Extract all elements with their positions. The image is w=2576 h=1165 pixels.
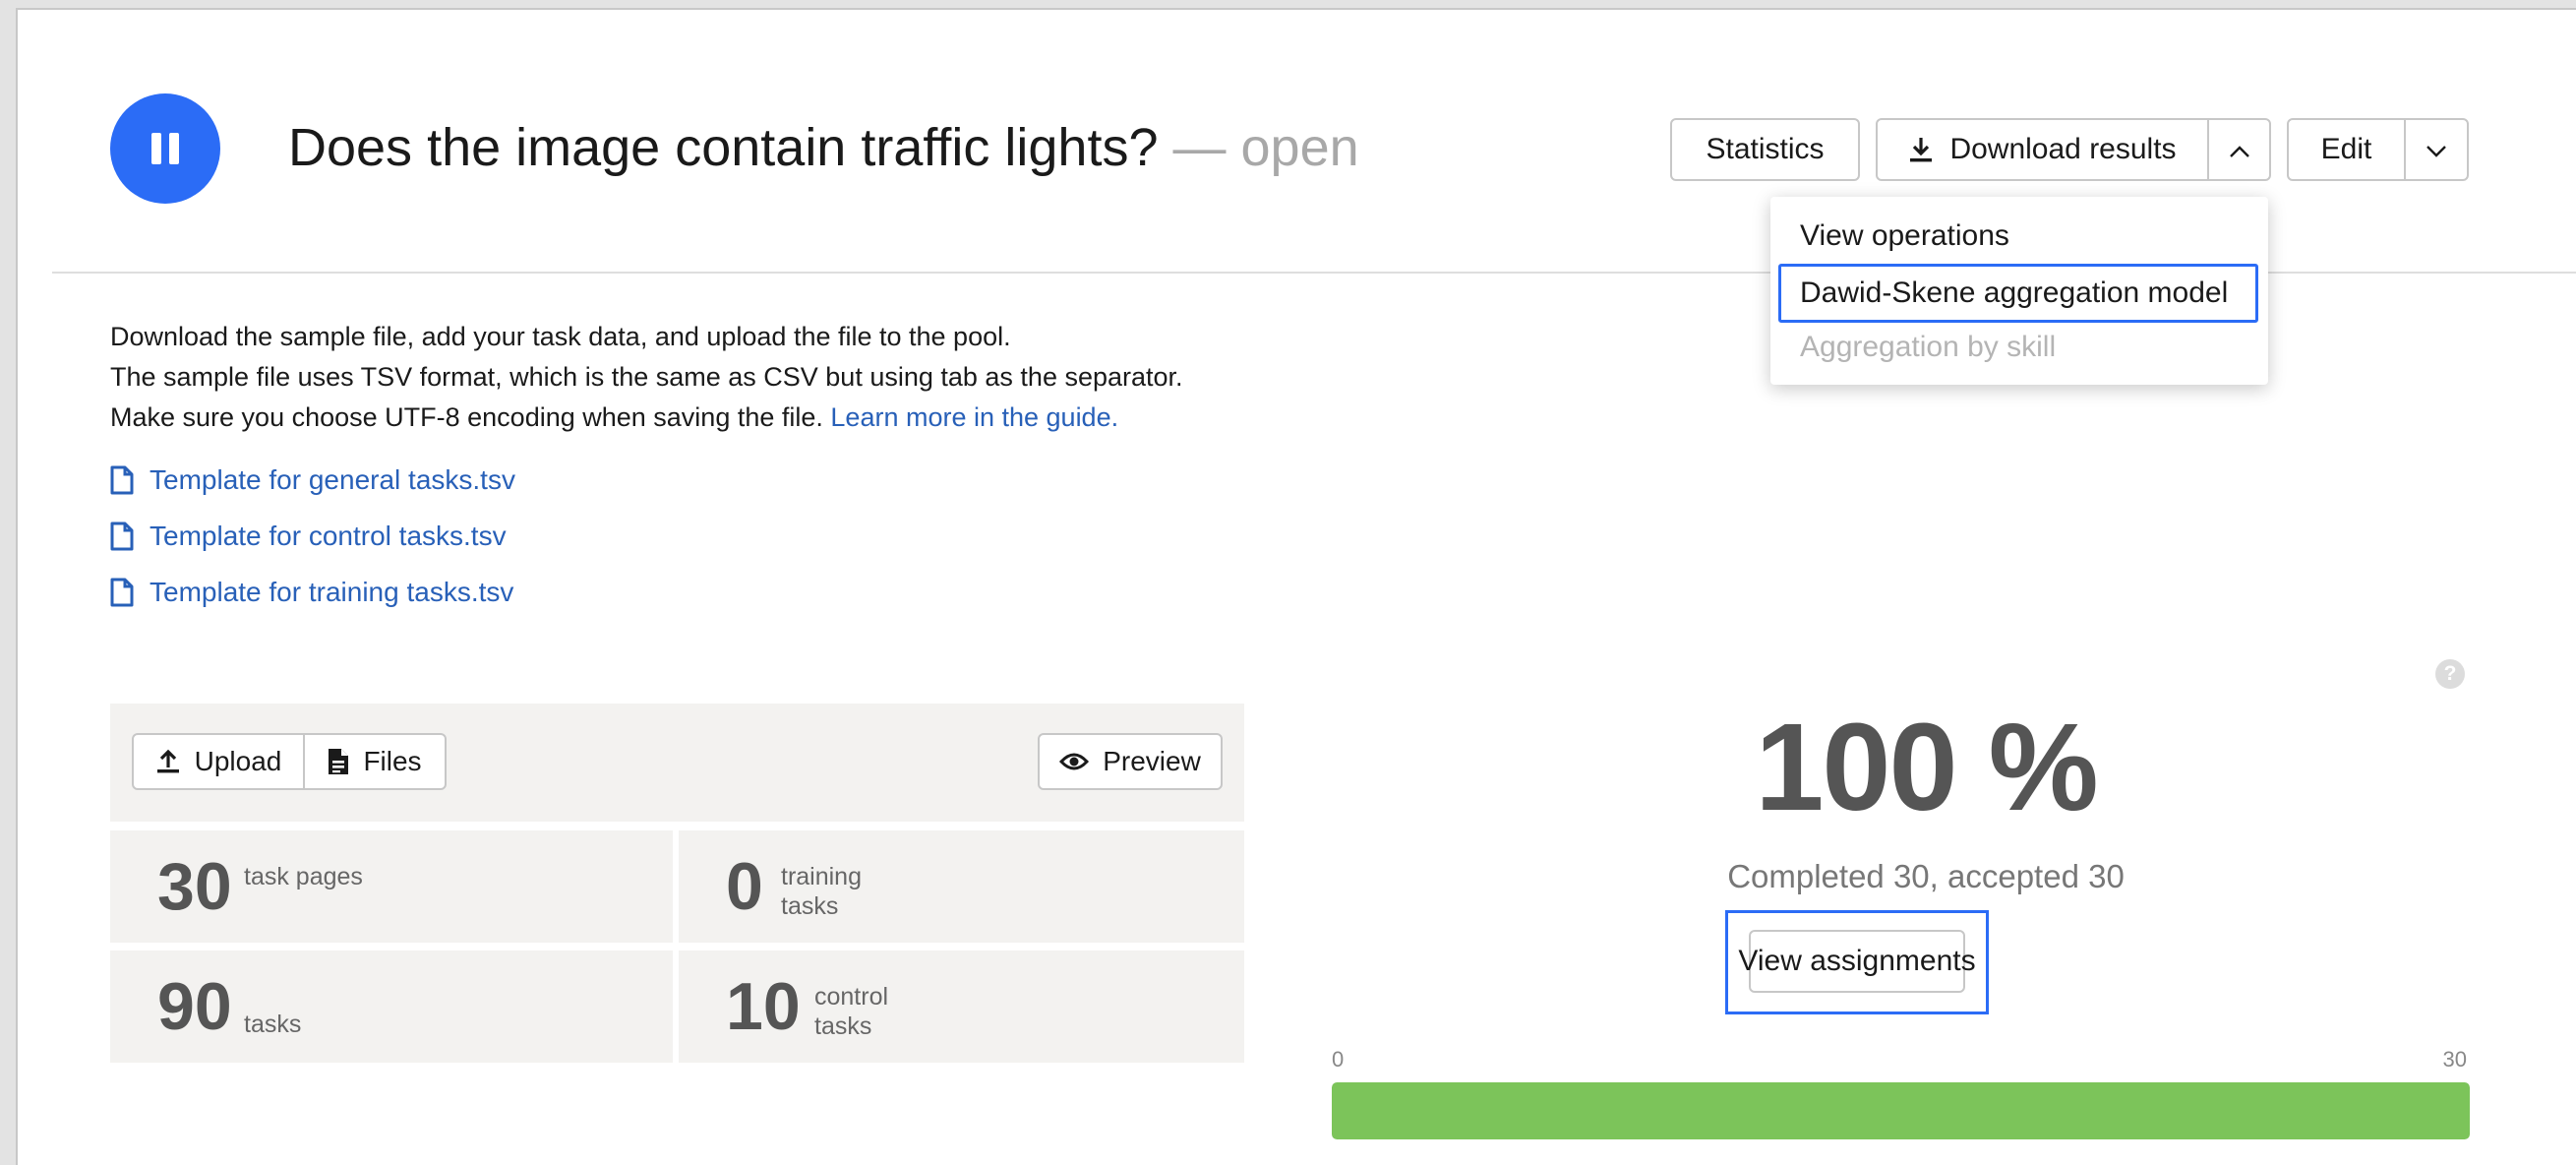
download-menu-toggle[interactable] xyxy=(2207,118,2271,181)
file-icon xyxy=(110,465,134,495)
menu-item-aggregation-by-skill: Aggregation by skill xyxy=(1800,331,2057,363)
template-control-link[interactable]: Template for control tasks.tsv xyxy=(110,517,507,556)
statistics-button[interactable]: Statistics xyxy=(1670,118,1860,181)
completion-percent: 100 % xyxy=(1755,698,2098,836)
chevron-down-icon xyxy=(2426,133,2447,166)
guide-link[interactable]: Learn more in the guide. xyxy=(830,402,1118,432)
pause-button[interactable] xyxy=(110,93,220,204)
template-training-link[interactable]: Template for training tasks.tsv xyxy=(110,573,513,612)
stat-training-tasks: 0 training tasks xyxy=(679,830,1244,943)
file-icon xyxy=(110,578,134,607)
edit-menu-toggle[interactable] xyxy=(2404,118,2469,181)
chevron-up-icon xyxy=(2229,133,2250,166)
download-icon xyxy=(1908,136,1934,163)
menu-item-view-operations[interactable]: View operations xyxy=(1778,209,2258,268)
page-title: Does the image contain traffic lights? —… xyxy=(288,116,1359,179)
progress-bar xyxy=(1332,1082,2470,1139)
view-assignments-button[interactable]: View assignments xyxy=(1738,930,1976,993)
pool-title: Does the image contain traffic lights? xyxy=(288,118,1159,177)
template-general-link[interactable]: Template for general tasks.tsv xyxy=(110,460,515,500)
download-dropdown-menu: View operations Dawid-Skene aggregation … xyxy=(1770,197,2268,385)
progress-bar-fill xyxy=(1332,1082,2470,1139)
help-icon[interactable]: ? xyxy=(2435,659,2465,689)
pool-page: Does the image contain traffic lights? —… xyxy=(16,8,2576,1165)
eye-icon xyxy=(1059,751,1090,772)
menu-item-dawid-skene[interactable]: Dawid-Skene aggregation model xyxy=(1778,264,2258,323)
stat-control-tasks: 10 control tasks xyxy=(679,950,1244,1063)
progress-axis-max: 30 xyxy=(2442,1047,2467,1072)
completion-summary: Completed 30, accepted 30 xyxy=(1727,858,2125,894)
progress-axis-min: 0 xyxy=(1332,1047,1345,1072)
pause-icon xyxy=(151,133,161,164)
upload-icon xyxy=(155,749,181,774)
files-button[interactable]: Files xyxy=(303,733,447,790)
upload-button[interactable]: Upload xyxy=(132,733,305,790)
document-icon xyxy=(328,748,349,775)
file-icon xyxy=(110,521,134,551)
preview-button[interactable]: Preview xyxy=(1038,733,1223,790)
download-results-button[interactable]: Download results xyxy=(1876,118,2209,181)
edit-button[interactable]: Edit xyxy=(2287,118,2406,181)
stat-task-pages: 30 task pages xyxy=(110,830,673,943)
pool-status: — open xyxy=(1172,118,1359,177)
upload-instructions: Download the sample file, add your task … xyxy=(110,322,1183,432)
stat-tasks: 90 tasks xyxy=(110,950,673,1063)
